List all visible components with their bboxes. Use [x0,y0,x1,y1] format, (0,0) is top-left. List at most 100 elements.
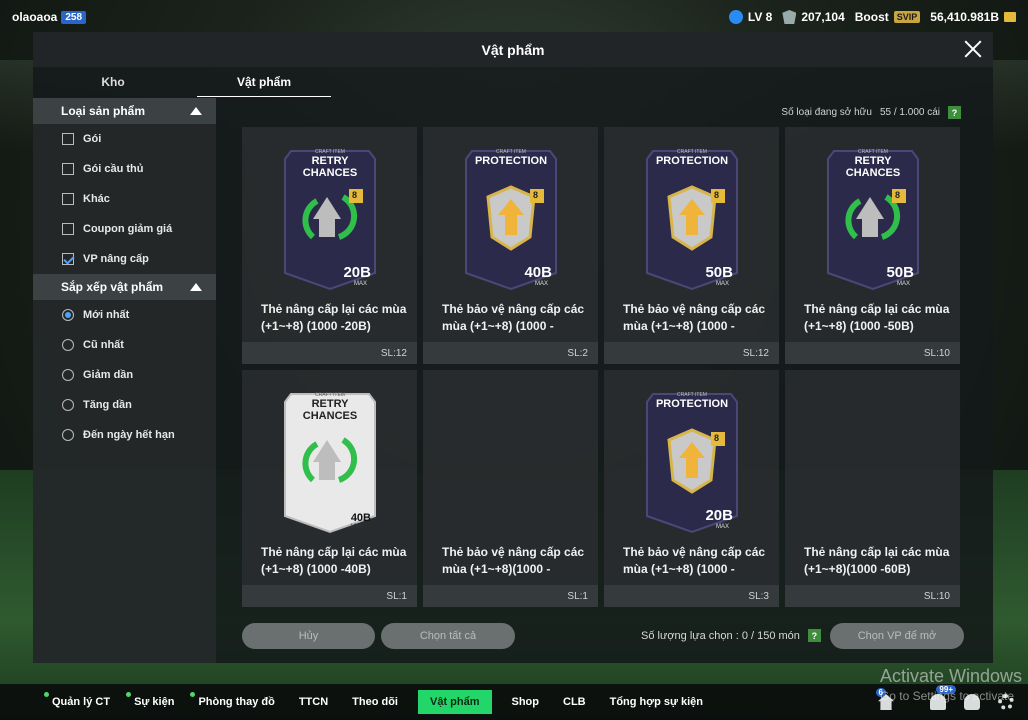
nav-item-8[interactable]: Tổng hợp sự kiện [598,690,715,714]
owned-label: Số loại đang sở hữu [781,107,872,118]
nav-item-6[interactable]: Shop [500,690,552,714]
nav-item-1[interactable]: Sự kiện [122,690,186,714]
checkbox[interactable] [62,253,74,265]
item-max-label: 1000~ [350,524,367,530]
sort-label: Giảm dần [83,369,134,381]
watermark-line-2: Go to Settings to activate [879,689,1015,703]
item-value-label: 40B [350,512,371,524]
item-card[interactable]: CRAFT ITEM RETRY CHANCES 40B 1000~ Thẻ nâng … [242,370,417,607]
gold-bar-icon [1004,12,1016,22]
sort-option-4[interactable]: Đến ngày hết hạn [33,420,216,450]
item-card[interactable]: CRAFT ITEM PROTECTION 8 50B MAX Thẻ bảo vệ nâ… [604,127,779,364]
product-filter-1[interactable]: Gói cầu thủ [33,154,216,184]
item-quantity: SL:12 [380,347,407,359]
checkbox[interactable] [62,133,74,145]
help-icon[interactable]: ? [948,106,961,119]
nav-item-0[interactable]: Quản lý CT [40,690,122,714]
product-filter-2[interactable]: Khác [33,184,216,214]
filter-sidebar: Loại sản phẩm Gói Gói cầu thủ Khác Coupon g… [33,98,216,663]
item-card[interactable]: Thẻ bảo vệ nâng cấp các mùa (+1~+8)(1000… [423,370,598,607]
radio-button[interactable] [62,429,74,441]
item-card-art: CRAFT ITEM RETRY CHANCES 40B 1000~ [283,388,377,534]
item-quantity-bar: SL:12 [604,342,779,364]
item-quantity-bar: SL:10 [785,342,960,364]
item-card[interactable]: CRAFT ITEM PROTECTION 8 40B MAX Thẻ bảo vệ nâ… [423,127,598,364]
sort-label: Cũ nhất [83,339,124,351]
help-icon[interactable]: ? [807,629,821,642]
item-name: Thẻ nâng cấp lại các mùa (+1~+8) (1000 -… [261,545,407,576]
item-value-label: 50B [886,264,914,281]
checkbox[interactable] [62,163,74,175]
sort-label: Sắp xếp vật phẩm [61,280,164,294]
tab-items[interactable]: Vật phẩm [197,67,331,97]
nav-item-3[interactable]: TTCN [287,690,340,714]
user-badge: 258 [61,10,87,24]
nav-item-5[interactable]: Vật phẩm [417,690,492,714]
item-name: Thẻ bảo vệ nâng cấp các mùa (+1~+8) (100… [442,302,585,333]
radio-button[interactable] [62,339,74,351]
radio-button[interactable] [62,399,74,411]
sort-header[interactable]: Sắp xếp vật phẩm [33,274,216,300]
sort-option-0[interactable]: Mới nhất [33,300,216,330]
points-text: 207,104 [801,10,845,24]
checkbox[interactable] [62,223,74,235]
item-max-label: MAX [715,281,729,287]
product-type-header[interactable]: Loại sản phẩm [33,98,216,124]
product-type-label: Loại sản phẩm [61,104,146,118]
sort-option-1[interactable]: Cũ nhất [33,330,216,360]
item-quantity-bar: SL:3 [604,585,779,607]
item-value-label: 20B [705,507,733,524]
item-quantity: SL:10 [923,347,950,359]
cancel-button[interactable]: Hủy [242,623,375,649]
product-filter-0[interactable]: Gói [33,124,216,154]
nav-label: Quản lý CT [52,696,111,708]
sort-option-2[interactable]: Giảm dần [33,360,216,390]
product-filter-4[interactable]: VP nâng cấp [33,244,216,274]
gold-text: 56,410.981B [930,10,999,24]
item-card[interactable]: Thẻ nâng cấp lại các mùa (+1~+8)(1000 -6… [785,370,960,607]
nav-item-2[interactable]: Phòng thay đồ [186,690,286,714]
filter-label: Khác [83,193,110,205]
select-all-button[interactable]: Chọn tất cả [381,623,515,649]
item-name: Thẻ bảo vệ nâng cấp các mùa (+1~+8) (100… [623,302,766,333]
item-level-label: 8 [533,190,539,200]
nav-item-7[interactable]: CLB [551,690,598,714]
item-level-label: 8 [714,190,720,200]
tab-storage[interactable]: Kho [33,67,193,97]
item-kind-label: RETRY CHANCES [845,155,901,179]
close-button[interactable] [959,35,987,63]
item-max-label: MAX [896,281,910,287]
radio-button[interactable] [62,309,74,321]
product-filter-3[interactable]: Coupon giảm giá [33,214,216,244]
notification-dot-icon [44,692,49,697]
item-kind-label: PROTECTION [655,155,729,167]
nav-label: TTCN [298,696,329,708]
sort-label: Tăng dần [83,399,132,411]
item-name: Thẻ bảo vệ nâng cấp các mùa (+1~+8)(1000… [442,545,585,576]
nav-label: CLB [563,696,586,708]
svip-badge: SVIP [893,11,921,23]
item-max-label: MAX [715,524,729,530]
sort-option-3[interactable]: Tăng dần [33,390,216,420]
item-name: Thẻ nâng cấp lại các mùa (+1~+8) (1000 -… [804,302,950,333]
radio-button[interactable] [62,369,74,381]
item-card[interactable]: CRAFT ITEM PROTECTION 8 20B MAX Thẻ bảo vệ nâ… [604,370,779,607]
nav-label: Theo dõi [352,696,398,708]
nav-item-4[interactable]: Theo dõi [340,690,410,714]
item-value-label: 20B [343,264,371,281]
sort-label: Đến ngày hết hạn [83,429,175,441]
filter-label: VP nâng cấp [83,253,149,265]
notification-dot-icon [190,692,196,697]
open-selected-button[interactable]: Chọn VP để mở [830,623,964,649]
items-modal: Vật phẩm Kho Vật phẩm Loại sản phẩm Gói G… [33,32,993,663]
item-max-label: MAX [353,281,367,287]
selection-count: Số lượng lựa chọn : 0 / 150 món ? [641,629,821,642]
item-grid: CRAFT ITEM RETRY CHANCES 8 20B MAX Thẻ nâng c… [242,127,960,607]
smiley-icon [728,10,743,24]
item-card[interactable]: CRAFT ITEM RETRY CHANCES 8 50B MAX Thẻ nâng c… [785,127,960,364]
checkbox[interactable] [62,193,74,205]
owned-value: 55 / 1.000 cái [879,107,940,118]
item-card[interactable]: CRAFT ITEM RETRY CHANCES 8 20B MAX Thẻ nâng c… [242,127,417,364]
item-quantity: SL:3 [748,590,769,602]
points-stat: 207,104 [782,10,845,24]
